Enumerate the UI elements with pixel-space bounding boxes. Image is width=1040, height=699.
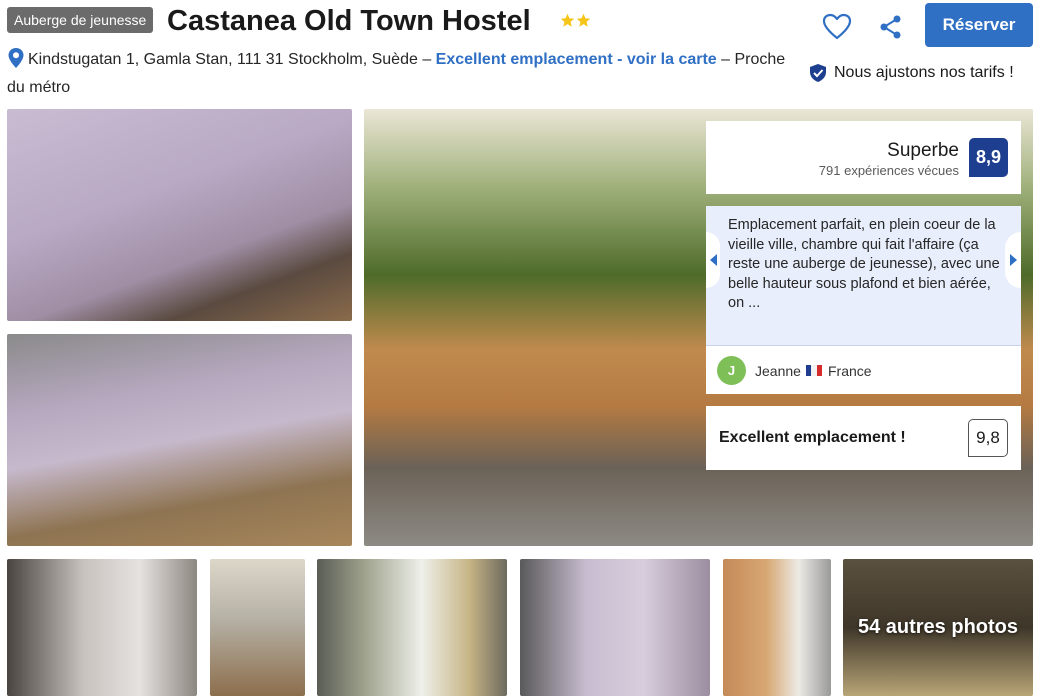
review-card[interactable]: Emplacement parfait, en plein coeur de l…	[706, 206, 1021, 394]
score-badge: 8,9	[969, 138, 1008, 177]
reviewer-name: Jeanne	[755, 363, 801, 379]
chevron-right-icon	[1009, 254, 1017, 266]
property-type-badge: Auberge de jeunesse	[7, 7, 154, 33]
shield-check-icon	[810, 64, 826, 82]
reserve-button[interactable]: Réserver	[925, 3, 1033, 47]
price-match-note[interactable]: Nous ajustons nos tarifs !	[808, 60, 1014, 86]
address-line: Kindstugatan 1, Gamla Stan, 111 31 Stock…	[7, 46, 797, 102]
location-label: Excellent emplacement !	[719, 429, 906, 446]
review-prev-button[interactable]	[706, 232, 720, 288]
reviewer-row: J Jeanne France	[706, 346, 1021, 394]
share-button[interactable]	[878, 14, 904, 40]
photo-bedroom-desk[interactable]	[7, 109, 352, 321]
reviewer-country: France	[828, 363, 872, 379]
thumb-more-photos[interactable]: 54 autres photos	[843, 559, 1033, 696]
favorite-button[interactable]	[822, 12, 852, 42]
photo-bunk-room[interactable]	[7, 334, 352, 546]
rating-label: Superbe	[887, 140, 959, 161]
price-match-label: Nous ajustons nos tarifs !	[834, 64, 1014, 81]
location-score-badge: 9,8	[968, 419, 1008, 457]
thumb-room-table[interactable]	[520, 559, 710, 696]
map-pin-icon	[8, 48, 24, 68]
chevron-left-icon	[709, 254, 717, 266]
thumb-reception[interactable]	[210, 559, 305, 696]
property-title: Castanea Old Town Hostel	[167, 5, 531, 37]
thumb-window-room[interactable]	[317, 559, 507, 696]
star-icon	[560, 13, 575, 27]
star-rating	[560, 13, 591, 28]
thumb-street-view[interactable]	[723, 559, 831, 696]
heart-icon	[822, 13, 852, 40]
map-link[interactable]: Excellent emplacement - voir la carte	[436, 51, 717, 68]
share-icon	[880, 15, 901, 39]
france-flag-icon	[806, 365, 822, 376]
star-icon	[576, 13, 591, 27]
review-next-button[interactable]	[1005, 232, 1021, 288]
review-text: Emplacement parfait, en plein coeur de l…	[728, 217, 1000, 312]
rating-card[interactable]: Superbe 791 expériences vécues 8,9	[706, 121, 1021, 194]
more-photos-label: 54 autres photos	[843, 559, 1033, 696]
avatar: J	[717, 356, 746, 385]
review-count: 791 expériences vécues	[818, 163, 959, 178]
address-text: Kindstugatan 1, Gamla Stan, 111 31 Stock…	[28, 51, 436, 68]
thumb-bathroom[interactable]	[7, 559, 197, 696]
location-score-card[interactable]: Excellent emplacement ! 9,8	[706, 406, 1021, 470]
